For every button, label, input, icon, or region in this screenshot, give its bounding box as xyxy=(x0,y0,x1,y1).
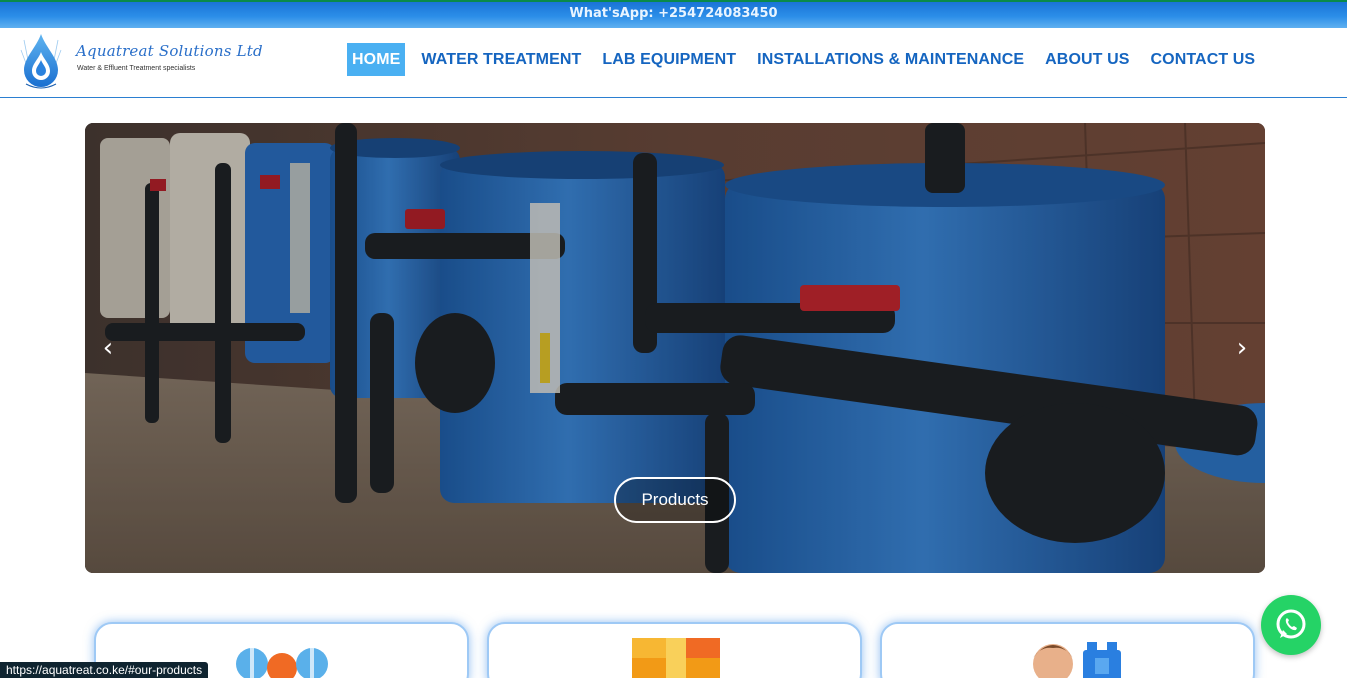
nav-item-water-treatment[interactable]: WATER TREATMENT xyxy=(416,43,586,76)
whatsapp-icon xyxy=(1276,609,1306,639)
product-card-3[interactable] xyxy=(880,622,1255,678)
nav-item-installations-maintenance[interactable]: INSTALLATIONS & MAINTENANCE xyxy=(752,43,1029,76)
nav-item-about-us[interactable]: ABOUT US xyxy=(1040,43,1134,76)
browser-status-url: https://aquatreat.co.ke/#our-products xyxy=(0,662,209,678)
brand-name: Aquatreat Solutions Ltd xyxy=(76,42,263,60)
brand-tagline: Water & Effluent Treatment specialists xyxy=(77,65,196,72)
boxes-icon xyxy=(632,638,720,678)
nav-item-lab-equipment[interactable]: LAB EQUIPMENT xyxy=(597,43,741,76)
nav-item-contact-us[interactable]: CONTACT US xyxy=(1146,43,1261,76)
whatsapp-chat-button[interactable] xyxy=(1261,595,1321,655)
whatsapp-contact-text[interactable]: What'sApp: +254724083450 xyxy=(569,6,777,21)
technician-icon xyxy=(1033,642,1121,678)
hero-slider: ‹ › Products xyxy=(85,123,1265,573)
site-logo[interactable]: Aquatreat Solutions Ltd Water & Effluent… xyxy=(18,30,263,94)
products-button[interactable]: Products xyxy=(614,477,736,523)
top-contact-bar: What'sApp: +254724083450 xyxy=(0,0,1347,28)
site-header: Aquatreat Solutions Ltd Water & Effluent… xyxy=(0,28,1347,98)
product-card-2[interactable] xyxy=(487,622,862,678)
colored-dots-icon xyxy=(236,648,328,678)
main-navigation: HOME WATER TREATMENT LAB EQUIPMENT INSTA… xyxy=(347,43,1271,76)
slider-prev-icon[interactable]: ‹ xyxy=(93,333,123,363)
nav-item-home[interactable]: HOME xyxy=(347,43,406,76)
slider-next-icon[interactable]: › xyxy=(1227,333,1257,363)
water-drop-logo-icon xyxy=(20,34,62,89)
